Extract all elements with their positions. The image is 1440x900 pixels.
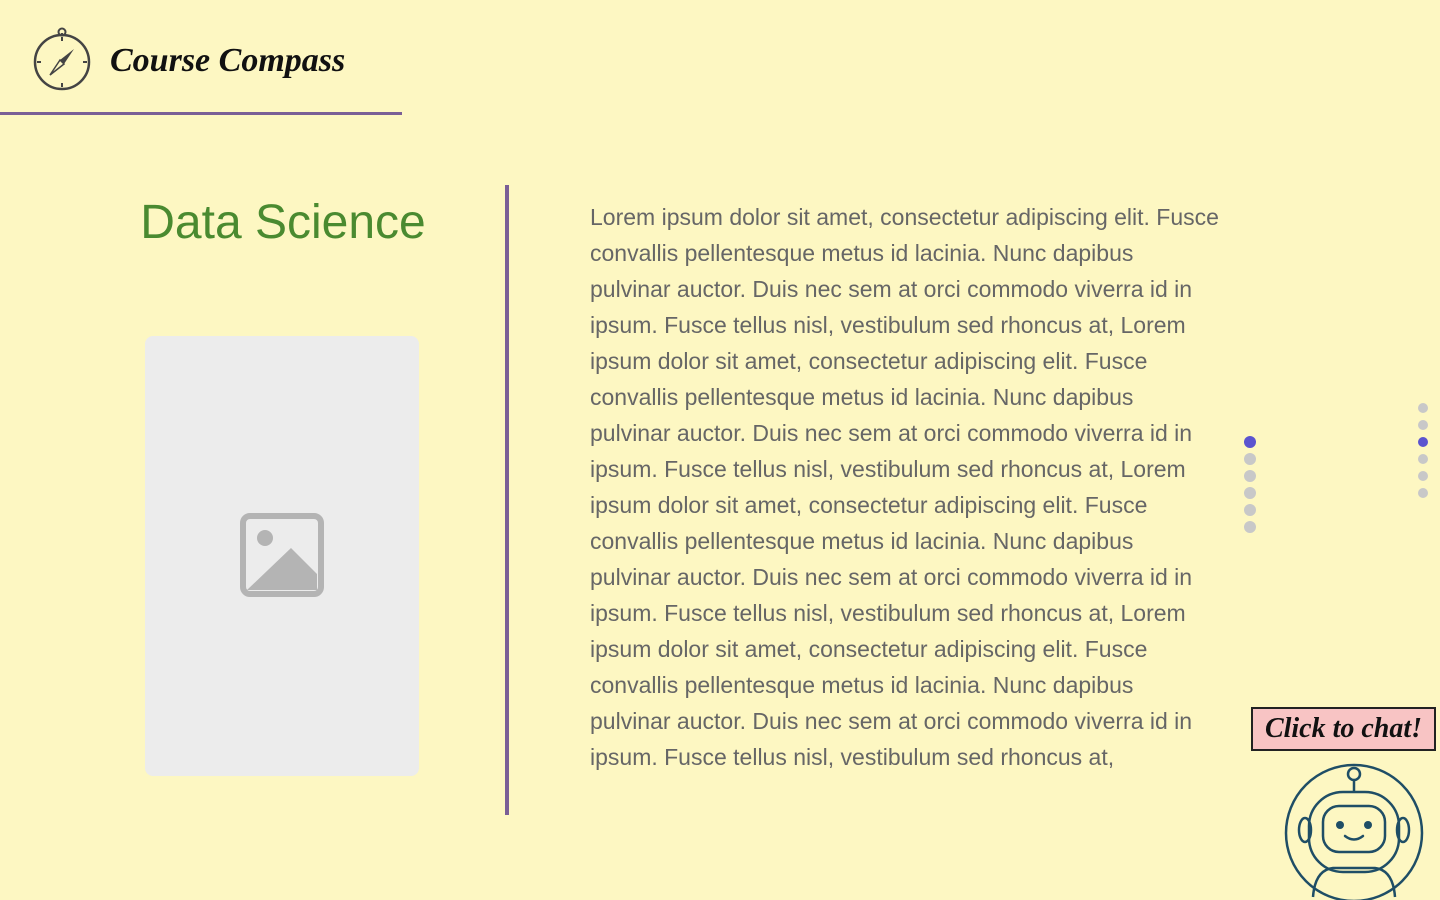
course-image xyxy=(145,336,419,776)
section-pagination-dot[interactable] xyxy=(1418,437,1428,447)
course-title: Data Science xyxy=(140,196,426,249)
robot-icon[interactable] xyxy=(1283,762,1425,900)
section-pagination-dot[interactable] xyxy=(1418,454,1428,464)
compass-icon xyxy=(33,27,91,91)
carousel-pagination-dot[interactable] xyxy=(1244,521,1256,533)
chat-button[interactable]: Click to chat! xyxy=(1251,707,1436,751)
image-placeholder-icon xyxy=(240,513,324,597)
carousel-pagination-dot[interactable] xyxy=(1244,470,1256,482)
carousel-pagination xyxy=(1244,436,1256,533)
page-section-pagination xyxy=(1418,403,1428,498)
section-pagination-dot[interactable] xyxy=(1418,471,1428,481)
section-pagination-dot[interactable] xyxy=(1418,488,1428,498)
carousel-pagination-dot[interactable] xyxy=(1244,487,1256,499)
site-logo[interactable]: Course Compass xyxy=(0,0,402,115)
carousel-pagination-dot[interactable] xyxy=(1244,504,1256,516)
section-pagination-dot[interactable] xyxy=(1418,420,1428,430)
course-description: Lorem ipsum dolor sit amet, consectetur … xyxy=(590,204,1219,770)
section-pagination-dot[interactable] xyxy=(1418,403,1428,413)
brand-name: Course Compass xyxy=(110,42,346,79)
carousel-pagination-dot[interactable] xyxy=(1244,453,1256,465)
carousel-pagination-dot[interactable] xyxy=(1244,436,1256,448)
column-divider xyxy=(505,185,509,815)
